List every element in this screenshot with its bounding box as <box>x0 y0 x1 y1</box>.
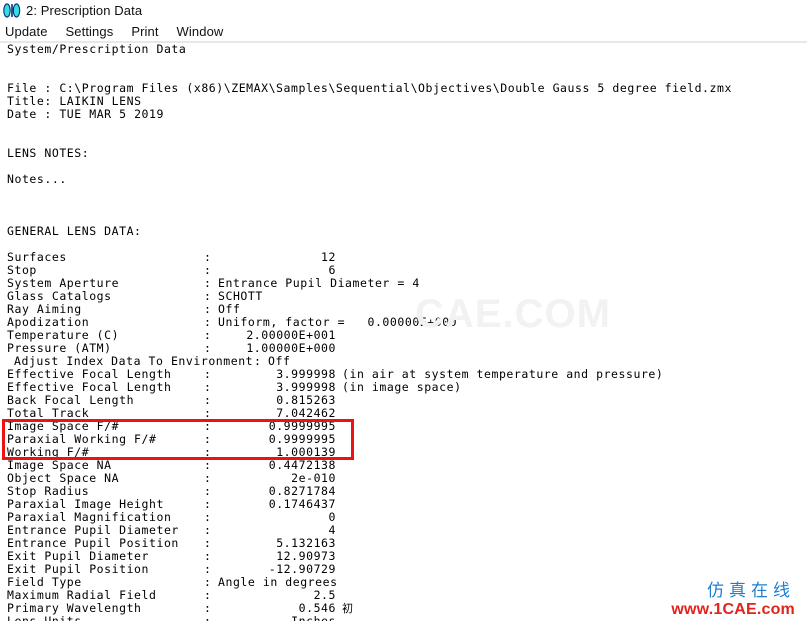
date-line: Date : TUE MAR 5 2019 <box>0 108 807 121</box>
prescription-report[interactable]: System/Prescription Data File : C:\Progr… <box>0 43 807 621</box>
menu-item-window[interactable]: Window <box>168 24 233 39</box>
lens-data-row: Image Space NA:0.4472138 <box>0 459 807 472</box>
lens-data-row: Object Space NA:2e-010 <box>0 472 807 485</box>
lens-data-row-value: 12 <box>321 250 336 264</box>
window-titlebar: 2: Prescription Data <box>0 0 807 21</box>
lens-notes-heading: LENS NOTES: <box>7 146 90 160</box>
lens-data-row: Glass Catalogs: SCHOTT <box>0 290 807 303</box>
lens-notes-value: Notes... <box>7 172 67 186</box>
lens-data-row: Surfaces:12 <box>0 251 807 264</box>
title-label: Title: <box>7 94 52 108</box>
report-heading: System/Prescription Data <box>7 43 187 56</box>
title-value: LAIKIN LENS <box>59 94 142 108</box>
file-label: File : <box>7 81 52 95</box>
lens-data-row: Back Focal Length:0.815263 <box>0 394 807 407</box>
menu-item-update[interactable]: Update <box>0 24 57 39</box>
window-title: 2: Prescription Data <box>26 3 143 18</box>
lens-data-row: Total Track:7.042462 <box>0 407 807 420</box>
lens-data-row: Working F/#:1.000139 <box>0 446 807 459</box>
menu-item-settings[interactable]: Settings <box>57 24 123 39</box>
date-value: TUE MAR 5 2019 <box>59 107 164 121</box>
lens-data-row: Primary Wavelength:0.546 初 <box>0 602 807 616</box>
general-lens-data-heading: GENERAL LENS DATA: <box>7 224 142 238</box>
lens-data-row: System Aperture: Entrance Pupil Diameter … <box>0 277 807 290</box>
lens-data-row: Apodization: Uniform, factor = 0.00000E+0… <box>0 316 807 329</box>
lens-data-row-colon: : <box>254 354 262 368</box>
menu-item-print[interactable]: Print <box>122 24 167 39</box>
date-label: Date : <box>7 107 52 121</box>
file-value: C:\Program Files (x86)\ZEMAX\Samples\Seq… <box>59 81 732 95</box>
lens-data-rows: Surfaces:12 Stop:6 System Aperture: Entranc… <box>0 251 807 621</box>
lens-data-row-value: Inches <box>291 614 336 621</box>
lens-data-row: Lens Units: Inches <box>0 615 807 621</box>
lens-data-row-note: 初 <box>342 602 354 615</box>
menu-bar: Update Settings Print Window <box>0 21 807 41</box>
lens-data-row-note: (in image space) <box>342 380 462 394</box>
lens-data-row: Paraxial Working F/#:0.9999995 <box>0 433 807 446</box>
lens-data-row: Exit Pupil Position: -12.90729 <box>0 563 807 576</box>
lens-icon <box>3 3 21 18</box>
lens-data-row: Temperature (C):2.00000E+001 <box>0 329 807 342</box>
